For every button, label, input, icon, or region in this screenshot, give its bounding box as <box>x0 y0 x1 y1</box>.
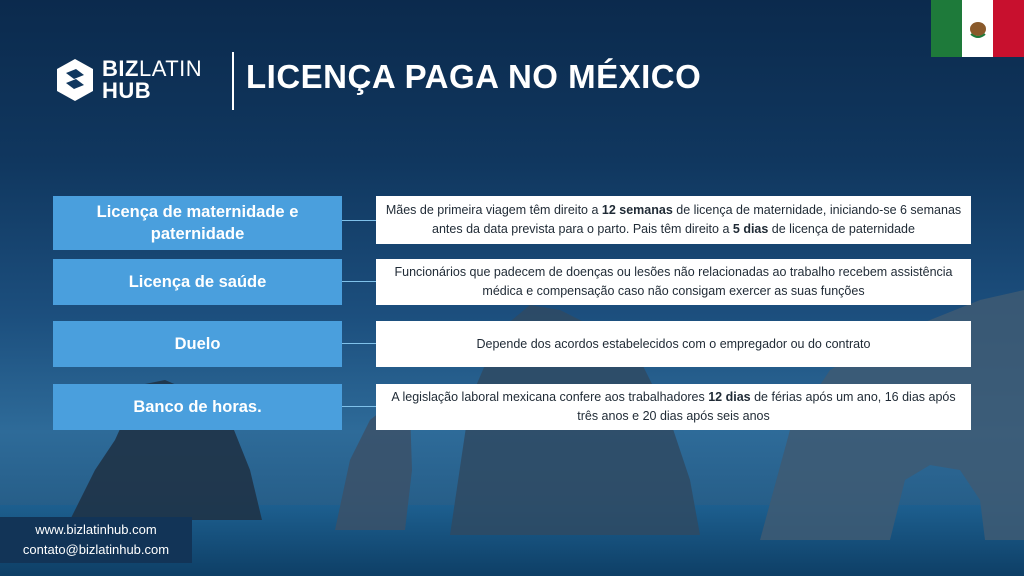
coat-of-arms-icon <box>969 21 986 38</box>
contact-box: www.bizlatinhub.com contato@bizlatinhub.… <box>0 517 192 563</box>
website-link[interactable]: www.bizlatinhub.com <box>0 520 192 540</box>
page-title: LICENÇA PAGA NO MÉXICO <box>246 58 702 95</box>
row-connector <box>342 281 376 282</box>
row-connector <box>342 343 376 344</box>
email-link[interactable]: contato@bizlatinhub.com <box>0 540 192 560</box>
brand-wordmark: BIZLATIN HUB <box>102 58 202 102</box>
row-label: Banco de horas. <box>53 384 342 430</box>
row-description: Depende dos acordos estabelecidos com o … <box>376 321 971 367</box>
header-divider <box>232 52 234 110</box>
row-connector <box>342 406 376 407</box>
brand-logo: BIZLATIN HUB <box>54 57 202 103</box>
bizlatinhub-logo-icon <box>57 59 93 101</box>
row-description: Mães de primeira viagem têm direito a 12… <box>376 196 971 244</box>
row-connector <box>342 220 376 221</box>
row-label: Licença de saúde <box>53 259 342 305</box>
row-label: Licença de maternidade e paternidade <box>53 196 342 250</box>
row-label: Duelo <box>53 321 342 367</box>
brand-hub: HUB <box>102 78 152 103</box>
row-description: Funcionários que padecem de doenças ou l… <box>376 259 971 305</box>
row-description: A legislação laboral mexicana confere ao… <box>376 384 971 430</box>
mexico-flag-icon <box>931 0 1024 57</box>
